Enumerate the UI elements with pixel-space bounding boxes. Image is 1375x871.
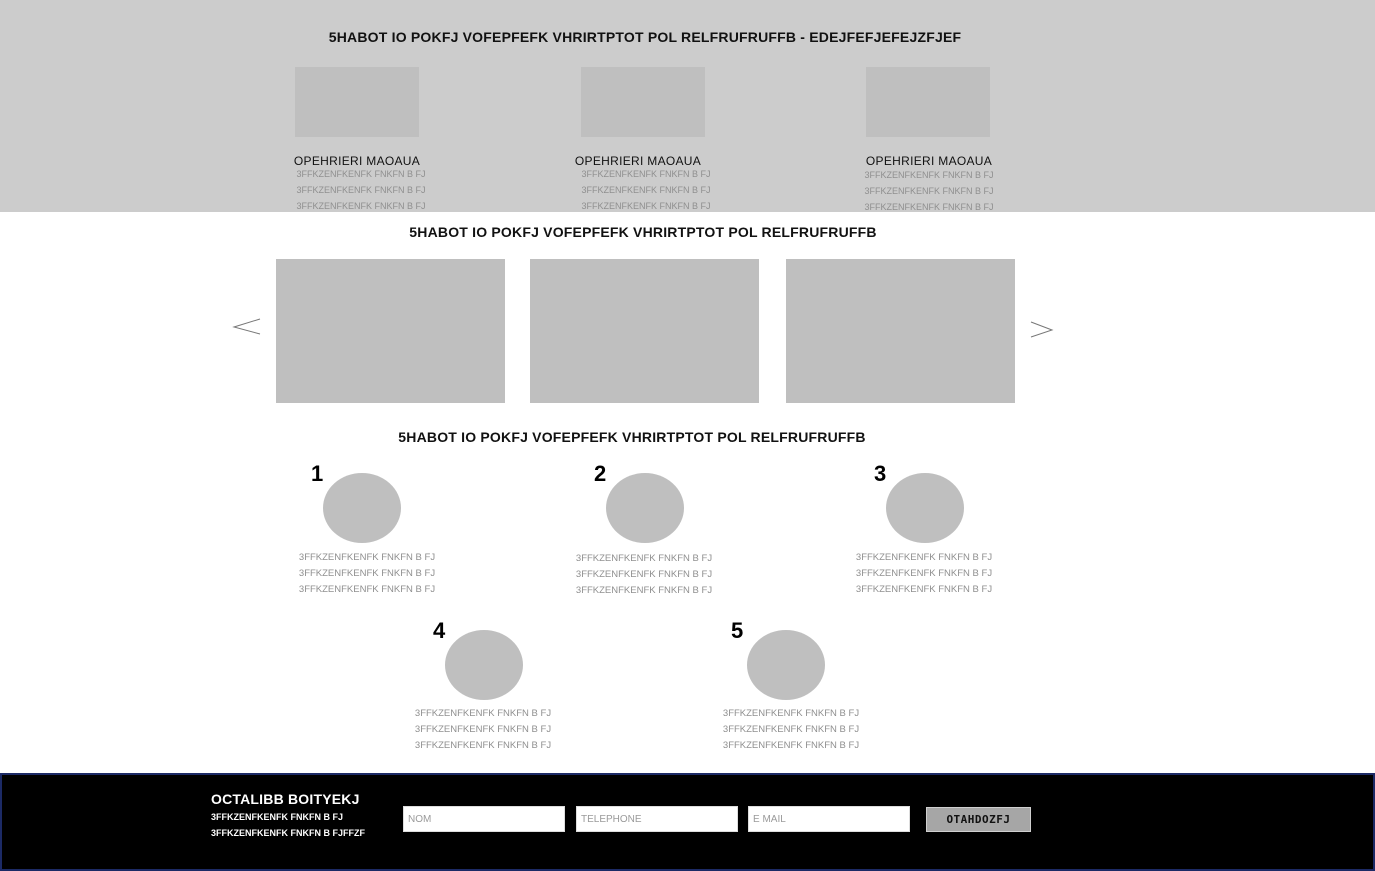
step-line: 3FFKZENFKENFK FNKFN B FJ bbox=[298, 568, 436, 579]
carousel-slide-2[interactable] bbox=[530, 259, 759, 403]
step-line: 3FFKZENFKENFK FNKFN B FJ bbox=[722, 708, 860, 719]
step-line: 3FFKZENFKENFK FNKFN B FJ bbox=[575, 553, 713, 564]
step-line: 3FFKZENFKENFK FNKFN B FJ bbox=[722, 724, 860, 735]
hero-section: 5HABOT IO POKFJ VOFEPFEFK VHRIRTPTOT POL… bbox=[0, 0, 1375, 212]
step-number-2: 2 bbox=[594, 461, 607, 486]
feature-heading-3: OPEHRIERI MAOAUA bbox=[865, 154, 993, 168]
step-image-3 bbox=[886, 473, 964, 543]
step-text-5: 3FFKZENFKENFK FNKFN B FJ 3FFKZENFKENFK F… bbox=[706, 706, 876, 754]
step-line: 3FFKZENFKENFK FNKFN B FJ bbox=[575, 585, 713, 596]
carousel-slide-3[interactable] bbox=[786, 259, 1015, 403]
feature-line: 3FFKZENFKENFK FNKFN B FJ bbox=[296, 201, 426, 211]
feature-text-3: 3FFKZENFKENFK FNKFN B FJ 3FFKZENFKENFK F… bbox=[849, 167, 1009, 215]
name-input[interactable] bbox=[403, 806, 565, 832]
footer-text-line-1: 3FFKZENFKENFK FNKFN B FJ bbox=[211, 812, 343, 822]
chevron-left-icon bbox=[232, 318, 261, 335]
carousel-slide-1[interactable] bbox=[276, 259, 505, 403]
step-image-5 bbox=[747, 630, 825, 700]
step-line: 3FFKZENFKENFK FNKFN B FJ bbox=[855, 552, 993, 563]
step-number-1: 1 bbox=[311, 461, 324, 486]
feature-image-1 bbox=[295, 67, 419, 137]
chevron-right-icon bbox=[1030, 321, 1054, 338]
carousel-prev-button[interactable] bbox=[231, 312, 263, 344]
step-text-3: 3FFKZENFKENFK FNKFN B FJ 3FFKZENFKENFK F… bbox=[839, 550, 1009, 598]
feature-line: 3FFKZENFKENFK FNKFN B FJ bbox=[864, 202, 994, 212]
hero-title: 5HABOT IO POKFJ VOFEPFEFK VHRIRTPTOT POL… bbox=[328, 29, 962, 45]
step-number-4: 4 bbox=[433, 618, 446, 643]
step-line: 3FFKZENFKENFK FNKFN B FJ bbox=[298, 552, 436, 563]
step-line: 3FFKZENFKENFK FNKFN B FJ bbox=[722, 740, 860, 751]
step-image-4 bbox=[445, 630, 523, 700]
step-line: 3FFKZENFKENFK FNKFN B FJ bbox=[298, 584, 436, 595]
step-line: 3FFKZENFKENFK FNKFN B FJ bbox=[414, 740, 552, 751]
feature-text-1: 3FFKZENFKENFK FNKFN B FJ 3FFKZENFKENFK F… bbox=[281, 166, 441, 214]
feature-line: 3FFKZENFKENFK FNKFN B FJ bbox=[864, 186, 994, 196]
landing-page: 5HABOT IO POKFJ VOFEPFEFK VHRIRTPTOT POL… bbox=[0, 0, 1375, 871]
carousel-title: 5HABOT IO POKFJ VOFEPFEFK VHRIRTPTOT POL… bbox=[409, 224, 877, 240]
step-line: 3FFKZENFKENFK FNKFN B FJ bbox=[855, 584, 993, 595]
feature-line: 3FFKZENFKENFK FNKFN B FJ bbox=[581, 185, 711, 195]
step-number-5: 5 bbox=[731, 618, 744, 643]
footer-text-line-2: 3FFKZENFKENFK FNKFN B FJFFZF bbox=[211, 828, 365, 838]
feature-line: 3FFKZENFKENFK FNKFN B FJ bbox=[296, 185, 426, 195]
feature-text-2: 3FFKZENFKENFK FNKFN B FJ 3FFKZENFKENFK F… bbox=[566, 166, 726, 214]
email-input[interactable] bbox=[748, 806, 910, 832]
submit-button[interactable]: OTAHDOZFJ bbox=[926, 807, 1031, 832]
feature-image-2 bbox=[581, 67, 705, 137]
step-image-2 bbox=[606, 473, 684, 543]
feature-image-3 bbox=[866, 67, 990, 137]
step-line: 3FFKZENFKENFK FNKFN B FJ bbox=[575, 569, 713, 580]
step-line: 3FFKZENFKENFK FNKFN B FJ bbox=[855, 568, 993, 579]
contact-footer: OCTALIBB BOITYEKJ 3FFKZENFKENFK FNKFN B … bbox=[0, 773, 1375, 871]
carousel-next-button[interactable] bbox=[1027, 314, 1059, 346]
feature-line: 3FFKZENFKENFK FNKFN B FJ bbox=[581, 201, 711, 211]
feature-line: 3FFKZENFKENFK FNKFN B FJ bbox=[581, 169, 711, 179]
step-image-1 bbox=[323, 473, 401, 543]
step-number-3: 3 bbox=[874, 461, 887, 486]
step-text-4: 3FFKZENFKENFK FNKFN B FJ 3FFKZENFKENFK F… bbox=[398, 706, 568, 754]
steps-title: 5HABOT IO POKFJ VOFEPFEFK VHRIRTPTOT POL… bbox=[398, 429, 866, 445]
feature-line: 3FFKZENFKENFK FNKFN B FJ bbox=[864, 170, 994, 180]
phone-input[interactable] bbox=[576, 806, 738, 832]
footer-title: OCTALIBB BOITYEKJ bbox=[211, 791, 360, 807]
step-line: 3FFKZENFKENFK FNKFN B FJ bbox=[414, 724, 552, 735]
feature-line: 3FFKZENFKENFK FNKFN B FJ bbox=[296, 169, 426, 179]
step-text-1: 3FFKZENFKENFK FNKFN B FJ 3FFKZENFKENFK F… bbox=[282, 550, 452, 598]
step-line: 3FFKZENFKENFK FNKFN B FJ bbox=[414, 708, 552, 719]
step-text-2: 3FFKZENFKENFK FNKFN B FJ 3FFKZENFKENFK F… bbox=[559, 551, 729, 599]
